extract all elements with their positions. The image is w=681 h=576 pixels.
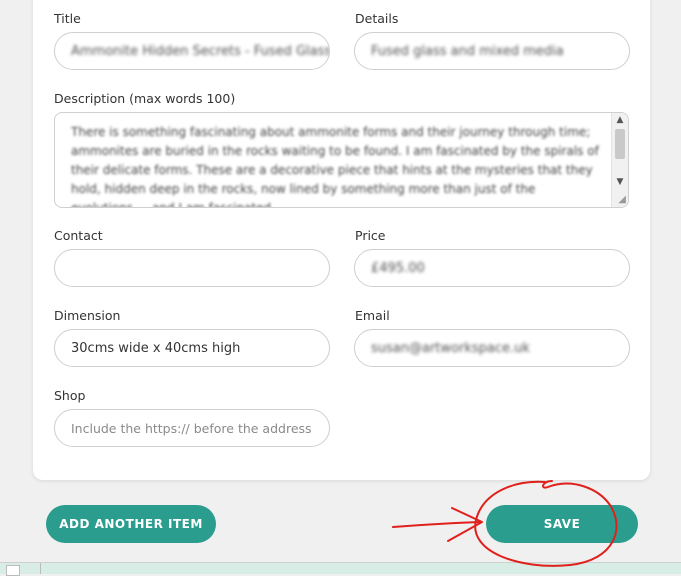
details-input[interactable]: Fused glass and mixed media bbox=[354, 32, 630, 70]
details-value: Fused glass and mixed media bbox=[371, 43, 564, 59]
scroll-thumb[interactable] bbox=[615, 129, 625, 159]
details-label: Details bbox=[355, 11, 399, 26]
shop-input[interactable]: Include the https:// before the address bbox=[54, 409, 330, 447]
description-scrollbar[interactable]: ▲ ▼ bbox=[611, 113, 628, 207]
dimension-value: 30cms wide x 40cms high bbox=[71, 340, 241, 356]
title-input[interactable]: Ammonite Hidden Secrets - Fused Glass bbox=[54, 32, 330, 70]
save-button[interactable]: SAVE bbox=[486, 505, 638, 543]
title-label: Title bbox=[54, 11, 81, 26]
email-input[interactable]: susan@artworkspace.uk bbox=[354, 329, 630, 367]
description-value: There is something fascinating about amm… bbox=[71, 125, 599, 208]
title-value: Ammonite Hidden Secrets - Fused Glass bbox=[71, 43, 330, 59]
description-label: Description (max words 100) bbox=[54, 91, 236, 106]
contact-label: Contact bbox=[54, 228, 103, 243]
price-input[interactable]: £495.00 bbox=[354, 249, 630, 287]
shop-placeholder: Include the https:// before the address bbox=[71, 420, 312, 436]
annotation-arrow-icon bbox=[392, 507, 483, 542]
dimension-label: Dimension bbox=[54, 308, 121, 323]
price-label: Price bbox=[355, 228, 386, 243]
price-value: £495.00 bbox=[371, 260, 425, 276]
email-label: Email bbox=[355, 308, 390, 323]
scroll-up-icon[interactable]: ▲ bbox=[612, 113, 628, 127]
document-icon bbox=[6, 565, 20, 576]
scroll-down-icon[interactable]: ▼ bbox=[612, 175, 628, 189]
contact-input[interactable] bbox=[54, 249, 330, 287]
dimension-input[interactable]: 30cms wide x 40cms high bbox=[54, 329, 330, 367]
shop-label: Shop bbox=[54, 388, 86, 403]
email-value: susan@artworkspace.uk bbox=[371, 340, 530, 356]
description-textarea[interactable]: There is something fascinating about amm… bbox=[54, 112, 629, 208]
divider bbox=[40, 563, 41, 574]
bottom-bar bbox=[0, 562, 681, 576]
add-another-item-button[interactable]: ADD ANOTHER ITEM bbox=[46, 505, 216, 543]
resize-grip-icon[interactable]: ◢ bbox=[618, 194, 626, 205]
item-form-card bbox=[33, 0, 650, 480]
